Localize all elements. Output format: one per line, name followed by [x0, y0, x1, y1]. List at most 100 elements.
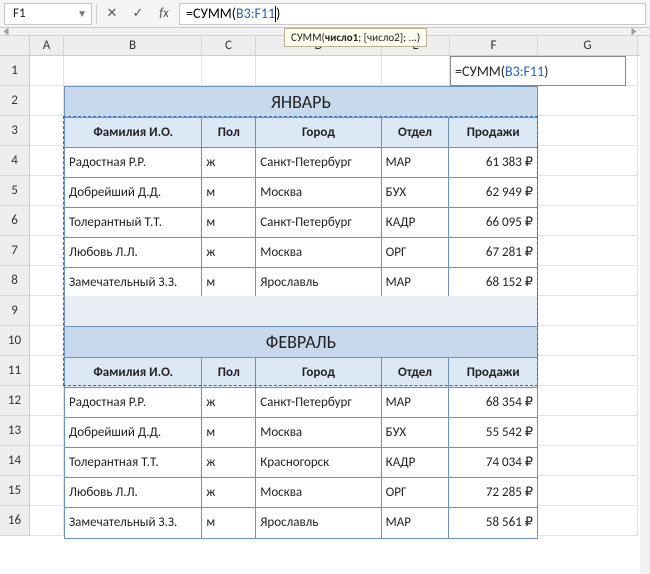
cell-name[interactable]: Толерантный Т.Т. [65, 208, 202, 238]
cell-sales[interactable]: 66 095 ₽ [449, 208, 537, 238]
formula-input[interactable]: =СУММ(B3:F11) [179, 3, 646, 25]
cell-dept[interactable]: МАР [382, 148, 450, 178]
row-header[interactable]: 13 [0, 416, 30, 446]
cell[interactable] [30, 386, 64, 416]
row-header[interactable]: 11 [0, 356, 30, 386]
accept-formula-button[interactable]: ✓ [127, 3, 149, 25]
cell[interactable] [538, 116, 638, 146]
cell-city[interactable]: Красногорск [256, 448, 381, 478]
cell-dept[interactable]: ОРГ [382, 238, 450, 268]
cell[interactable] [538, 386, 638, 416]
cell[interactable] [538, 296, 638, 326]
cell-sales[interactable]: 74 034 ₽ [449, 448, 537, 478]
row-header[interactable]: 15 [0, 476, 30, 506]
cell[interactable] [538, 86, 638, 116]
cell-city[interactable]: Санкт-Петербург [256, 388, 381, 418]
cell[interactable] [538, 416, 638, 446]
cell-sales[interactable]: 62 949 ₽ [449, 178, 537, 208]
cell[interactable] [538, 476, 638, 506]
cell-name[interactable]: Добрейший Д.Д. [65, 178, 202, 208]
cell-dept[interactable]: КАДР [382, 208, 450, 238]
cell[interactable] [538, 236, 638, 266]
cancel-formula-button[interactable]: ✕ [101, 3, 123, 25]
cell[interactable] [538, 356, 638, 386]
cell[interactable] [382, 56, 450, 86]
cell[interactable] [30, 416, 64, 446]
cell-name[interactable]: Толерантная Т.Т. [65, 448, 202, 478]
row-header[interactable]: 16 [0, 506, 30, 536]
cell-sales[interactable]: 68 354 ₽ [449, 388, 537, 418]
row-header[interactable]: 5 [0, 176, 30, 206]
cell-sales[interactable]: 68 152 ₽ [449, 268, 537, 298]
cell-name[interactable]: Радостная Р.Р. [65, 148, 202, 178]
row-header[interactable]: 2 [0, 86, 30, 116]
row-header[interactable]: 8 [0, 266, 30, 296]
cell-sales[interactable]: 58 561 ₽ [449, 508, 537, 538]
cell-sex[interactable]: м [202, 418, 256, 448]
select-all-corner[interactable] [0, 36, 30, 55]
col-header-b[interactable]: B [64, 36, 202, 55]
cell-sales[interactable]: 55 542 ₽ [449, 418, 537, 448]
active-cell-editor[interactable]: =СУММ(B3:F11) [450, 56, 626, 86]
cell-dept[interactable]: ОРГ [382, 478, 450, 508]
cell[interactable] [202, 56, 256, 86]
cell-city[interactable]: Москва [256, 178, 381, 208]
cell-dept[interactable]: БУХ [382, 418, 450, 448]
row-header[interactable]: 10 [0, 326, 30, 356]
cell[interactable] [30, 116, 64, 146]
cell[interactable] [30, 476, 64, 506]
cell-city[interactable]: Москва [256, 418, 381, 448]
cell-sex[interactable]: м [202, 178, 256, 208]
col-header-a[interactable]: A [30, 36, 64, 55]
cell[interactable] [30, 506, 64, 536]
cell-city[interactable]: Санкт-Петербург [256, 148, 381, 178]
cell-dept[interactable]: МАР [382, 508, 450, 538]
cell-sex[interactable]: ж [202, 388, 256, 418]
cell-name[interactable]: Любовь Л.Л. [65, 238, 202, 268]
cell-dept[interactable]: МАР [382, 268, 450, 298]
cell[interactable] [30, 176, 64, 206]
cell[interactable] [30, 356, 64, 386]
cell[interactable] [538, 506, 638, 536]
cell-city[interactable]: Москва [256, 478, 381, 508]
cell[interactable] [30, 86, 64, 116]
cell-sex[interactable]: ж [202, 448, 256, 478]
col-header-f[interactable]: F [450, 36, 538, 55]
cell[interactable] [30, 206, 64, 236]
row-header[interactable]: 6 [0, 206, 30, 236]
cell-sales[interactable]: 67 281 ₽ [449, 238, 537, 268]
row-header[interactable]: 9 [0, 296, 30, 326]
row-header[interactable]: 7 [0, 236, 30, 266]
cell[interactable] [538, 446, 638, 476]
cell-sex[interactable]: м [202, 208, 256, 238]
cell[interactable] [64, 56, 202, 86]
cell-name[interactable]: Замечательный З.З. [65, 268, 202, 298]
col-header-g[interactable]: G [538, 36, 638, 55]
cell[interactable] [30, 296, 64, 326]
cell-dept[interactable]: КАДР [382, 448, 450, 478]
cell-sex[interactable]: м [202, 268, 256, 298]
cell[interactable] [30, 266, 64, 296]
cell-sex[interactable]: м [202, 508, 256, 538]
cell-name[interactable]: Замечательный З.З. [65, 508, 202, 538]
cell[interactable] [30, 146, 64, 176]
row-header[interactable]: 1 [0, 56, 30, 86]
cell[interactable] [538, 206, 638, 236]
cell-name[interactable]: Добрейший Д.Д. [65, 418, 202, 448]
cell[interactable] [30, 446, 64, 476]
row-header[interactable]: 4 [0, 146, 30, 176]
col-header-c[interactable]: C [202, 36, 256, 55]
cell[interactable] [538, 176, 638, 206]
row-header[interactable]: 3 [0, 116, 30, 146]
cell-sales[interactable]: 72 285 ₽ [449, 478, 537, 508]
cell-sex[interactable]: ж [202, 478, 256, 508]
cell-city[interactable]: Санкт-Петербург [256, 208, 381, 238]
name-box[interactable]: F1 ▼ [4, 3, 92, 25]
cell-city[interactable]: Ярославль [256, 508, 381, 538]
cell[interactable] [538, 146, 638, 176]
cell[interactable] [30, 56, 64, 86]
row-header[interactable]: 14 [0, 446, 30, 476]
chevron-down-icon[interactable]: ▼ [77, 7, 87, 20]
row-header[interactable]: 12 [0, 386, 30, 416]
cell-dept[interactable]: МАР [382, 388, 450, 418]
